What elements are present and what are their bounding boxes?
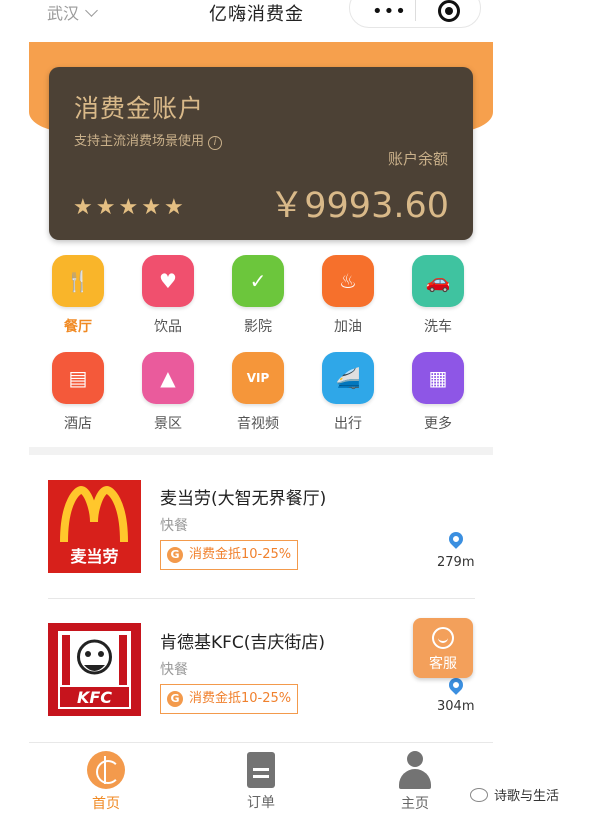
category-label: 音视频 <box>237 416 279 432</box>
mcdonalds-logo-text: 麦当劳 <box>70 547 118 566</box>
account-subtitle: 支持主流消费场景使用 i <box>74 130 223 150</box>
account-card[interactable]: 消费金账户 支持主流消费场景使用 i 账户余额 ￥9993.60 ★ ★ ★ ★ … <box>49 67 473 240</box>
category-travel[interactable]: 🚄 出行 <box>303 352 393 433</box>
fuel-icon: ♨ <box>322 255 374 307</box>
watermark-text: 诗歌与生活 <box>494 789 560 804</box>
watermark: 诗歌与生活 <box>470 785 559 804</box>
city-label: 武汉 <box>47 4 80 23</box>
golden-arches-icon: 麦当劳 <box>60 485 128 566</box>
customer-service-label: 客服 <box>429 656 457 672</box>
section-divider <box>29 447 493 455</box>
category-scenic[interactable]: ▲ 景区 <box>123 352 213 433</box>
discount-tag: G 消费金抵10-25% <box>160 540 299 570</box>
mini-program-capsule: ••• <box>349 0 481 28</box>
smile-icon <box>432 627 454 649</box>
category-label: 影院 <box>244 319 272 335</box>
close-target-icon[interactable] <box>438 0 460 22</box>
list-divider <box>48 598 475 599</box>
category-restaurant[interactable]: 🍴 餐厅 <box>33 255 123 336</box>
category-label: 饮品 <box>154 319 182 335</box>
category-media[interactable]: VIP 音视频 <box>213 352 303 433</box>
carwash-icon: 🚗 <box>412 255 464 307</box>
account-title: 消费金账户 <box>74 94 205 123</box>
tab-orders[interactable]: 订单 <box>221 751 301 812</box>
discount-tag: G 消费金抵10-25% <box>160 684 299 714</box>
app-screen: 武汉 亿嗨消费金 ••• 消费金账户 支持主流消费场景使用 i 账户余额 ￥999… <box>29 0 493 819</box>
kfc-logo-text: KFC <box>77 688 112 707</box>
tab-home[interactable]: 首页 <box>66 751 146 813</box>
wechat-icon <box>470 787 488 802</box>
store-item-mcdonalds[interactable]: 麦当劳 麦当劳(大智无界餐厅) 快餐 G 消费金抵10-25% 279m <box>29 460 493 600</box>
store-type: 快餐 <box>160 518 188 534</box>
colonel-icon: KFC <box>58 631 131 709</box>
tab-profile[interactable]: 主页 <box>375 751 455 813</box>
city-selector[interactable]: 武汉 <box>47 0 98 24</box>
star-rating: ★ ★ ★ ★ ★ <box>73 197 184 219</box>
category-fuel[interactable]: ♨ 加油 <box>303 255 393 336</box>
chevron-down-icon <box>85 4 98 17</box>
category-label: 洗车 <box>424 319 452 335</box>
bottom-tab-bar: 首页 订单 主页 <box>29 742 493 819</box>
category-label: 出行 <box>334 416 362 432</box>
star-icon: ★ <box>163 195 184 220</box>
star-icon: ★ <box>141 195 161 220</box>
customer-service-button[interactable]: 客服 <box>413 618 473 678</box>
drink-icon: ♥ <box>142 255 194 307</box>
home-coin-icon <box>87 751 125 789</box>
category-cinema[interactable]: ✓ 影院 <box>213 255 303 336</box>
category-label: 加油 <box>334 319 362 335</box>
discount-tag-text: 消费金抵10-25% <box>189 547 292 562</box>
account-subtitle-text: 支持主流消费场景使用 <box>74 134 205 149</box>
star-icon: ★ <box>73 195 93 220</box>
hotel-icon: ▤ <box>52 352 104 404</box>
discount-tag-text: 消费金抵10-25% <box>189 691 292 706</box>
top-nav-bar: 武汉 亿嗨消费金 ••• <box>29 0 493 42</box>
info-icon[interactable]: i <box>208 136 223 150</box>
category-label: 更多 <box>424 416 452 432</box>
store-type: 快餐 <box>160 662 188 678</box>
tab-label: 主页 <box>401 796 429 812</box>
order-doc-icon <box>247 752 275 788</box>
star-icon: ★ <box>118 195 139 220</box>
tab-label: 首页 <box>92 796 120 812</box>
tab-label: 订单 <box>247 795 275 811</box>
balance-label: 账户余额 <box>387 150 448 168</box>
location-pin-icon <box>446 529 466 549</box>
more-dots-icon[interactable]: ••• <box>372 1 407 22</box>
category-label: 景区 <box>154 416 182 432</box>
store-distance: 279m <box>437 555 475 570</box>
store-distance: 304m <box>437 699 475 714</box>
store-name: 肯德基KFC(吉庆街店) <box>160 633 326 653</box>
cinema-icon: ✓ <box>232 255 284 307</box>
location-pin-icon <box>446 675 466 695</box>
store-name: 麦当劳(大智无界餐厅) <box>160 489 327 509</box>
vip-icon: VIP <box>232 352 284 404</box>
star-icon: ★ <box>95 195 116 220</box>
category-more[interactable]: ▦ 更多 <box>393 352 483 433</box>
mcdonalds-logo: 麦当劳 <box>48 480 141 573</box>
category-label: 餐厅 <box>64 319 92 335</box>
train-icon: 🚄 <box>322 352 374 404</box>
user-icon <box>399 751 431 789</box>
more-icon: ▦ <box>412 352 464 404</box>
coin-icon: G <box>167 691 183 707</box>
balance-value: ￥9993.60 <box>269 186 449 226</box>
category-carwash[interactable]: 🚗 洗车 <box>393 255 483 336</box>
capsule-divider <box>415 0 416 21</box>
category-hotel[interactable]: ▤ 酒店 <box>33 352 123 433</box>
category-drink[interactable]: ♥ 饮品 <box>123 255 213 336</box>
category-label: 酒店 <box>64 416 92 432</box>
scenic-icon: ▲ <box>142 352 194 404</box>
app-title: 亿嗨消费金 <box>209 4 304 25</box>
restaurant-icon: 🍴 <box>52 255 104 307</box>
kfc-logo: KFC <box>48 623 141 716</box>
coin-icon: G <box>167 547 183 563</box>
